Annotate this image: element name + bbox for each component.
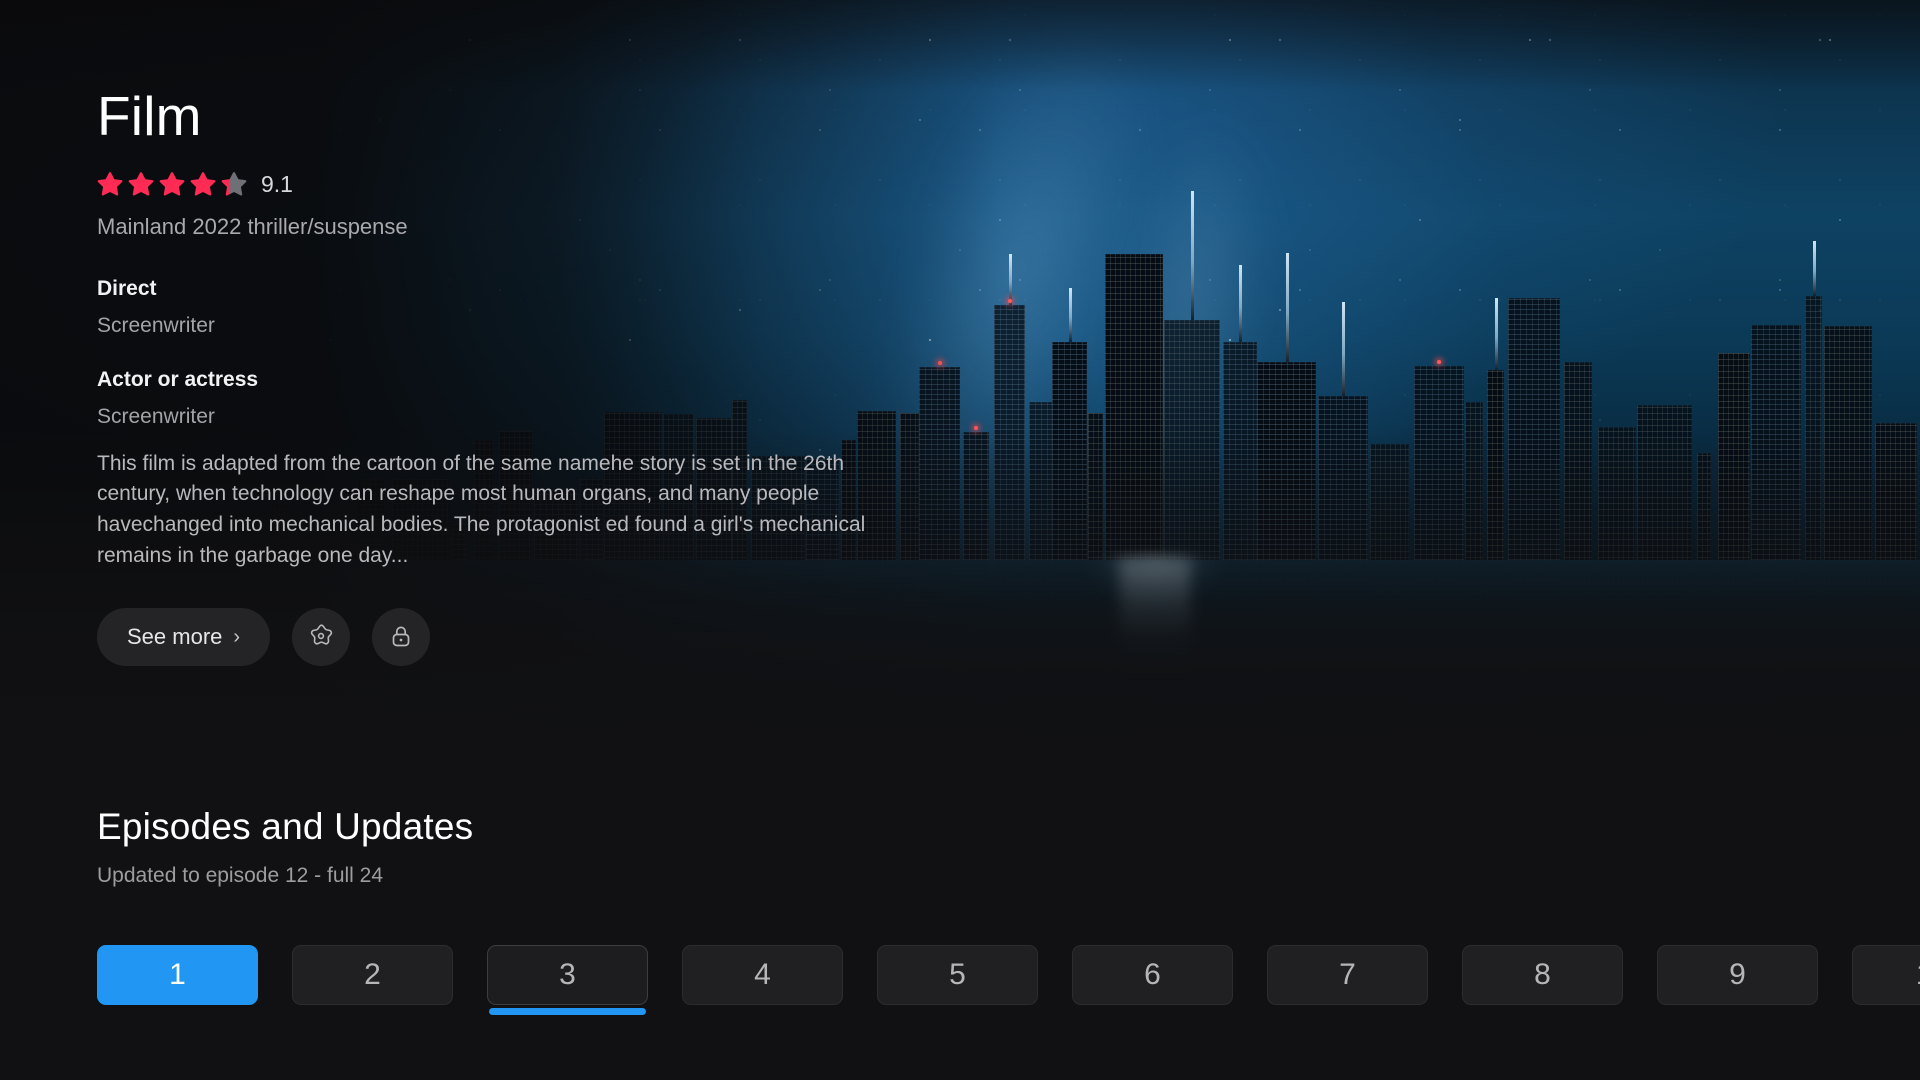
lock-button[interactable]	[372, 608, 431, 667]
star-filled-icon	[128, 172, 154, 196]
episodes-section-header: Episodes and Updates Updated to episode …	[97, 806, 473, 888]
credits-list: Direct Screenwriter Actor or actress Scr…	[97, 273, 887, 433]
credit-value: Screenwriter	[97, 314, 215, 338]
synopsis-text: This film is adapted from the cartoon of…	[97, 451, 866, 567]
episode-button-label: 2	[364, 958, 381, 991]
genre-meta: Mainland 2022 thriller/suspense	[97, 213, 408, 239]
episode-button-8[interactable]: 8	[1462, 945, 1623, 1005]
credit-director: Direct Screenwriter	[97, 273, 887, 342]
episode-button-list[interactable]: 1 2 3 4 5 6 7 8 9 10	[97, 945, 1920, 1015]
page-title: Film	[97, 85, 202, 147]
credit-value: Screenwriter	[97, 405, 215, 429]
credit-label: Direct	[97, 276, 157, 300]
episode-button-5[interactable]: 5	[877, 945, 1038, 1005]
episode-button-7[interactable]: 7	[1267, 945, 1428, 1005]
lock-icon	[386, 621, 416, 654]
rating-score: 9.1	[261, 170, 293, 197]
episode-button-label: 5	[949, 958, 966, 991]
action-row: See more ›	[97, 608, 887, 667]
episode-button-9[interactable]: 9	[1657, 945, 1818, 1005]
see-more-button[interactable]: See more ›	[97, 608, 271, 667]
episode-button-3[interactable]: 3	[487, 945, 648, 1015]
episodes-subtitle: Updated to episode 12 - full 24	[97, 864, 384, 887]
star-partial-icon	[221, 172, 247, 196]
film-detail-page: Film 9.1 Mainland 2022 thriller/suspense…	[0, 0, 1920, 1080]
episodes-heading: Episodes and Updates	[97, 806, 474, 847]
episode-button-4[interactable]: 4	[682, 945, 843, 1005]
episode-button-label: 8	[1534, 958, 1551, 991]
credit-cast: Actor or actress Screenwriter	[97, 364, 887, 433]
episode-button-label: 7	[1339, 958, 1356, 991]
chevron-right-icon: ›	[233, 626, 241, 649]
star-filled-icon	[97, 172, 123, 196]
episode-button-6[interactable]: 6	[1072, 945, 1233, 1005]
star-filled-icon	[190, 172, 216, 196]
episode-button-label: 4	[754, 958, 771, 991]
favorite-button[interactable]	[292, 608, 351, 667]
star-rating	[97, 171, 247, 197]
episode-button-label: 3	[559, 958, 576, 991]
episode-button-2[interactable]: 2	[292, 945, 453, 1005]
see-more-label: See more	[127, 624, 223, 650]
episode-button-10[interactable]: 10	[1852, 945, 1920, 1005]
episode-button-label: 9	[1729, 958, 1746, 991]
star-badge-icon	[306, 621, 336, 654]
episode-button-label: 10	[1916, 958, 1920, 992]
film-info-panel: Film 9.1 Mainland 2022 thriller/suspense…	[97, 85, 887, 667]
credit-label: Actor or actress	[97, 367, 259, 391]
episode-button-label: 6	[1144, 958, 1161, 991]
episode-button-1[interactable]: 1	[97, 945, 258, 1005]
star-filled-icon	[159, 172, 185, 196]
rating-row: 9.1	[97, 171, 887, 198]
episode-button-label: 1	[169, 958, 186, 991]
